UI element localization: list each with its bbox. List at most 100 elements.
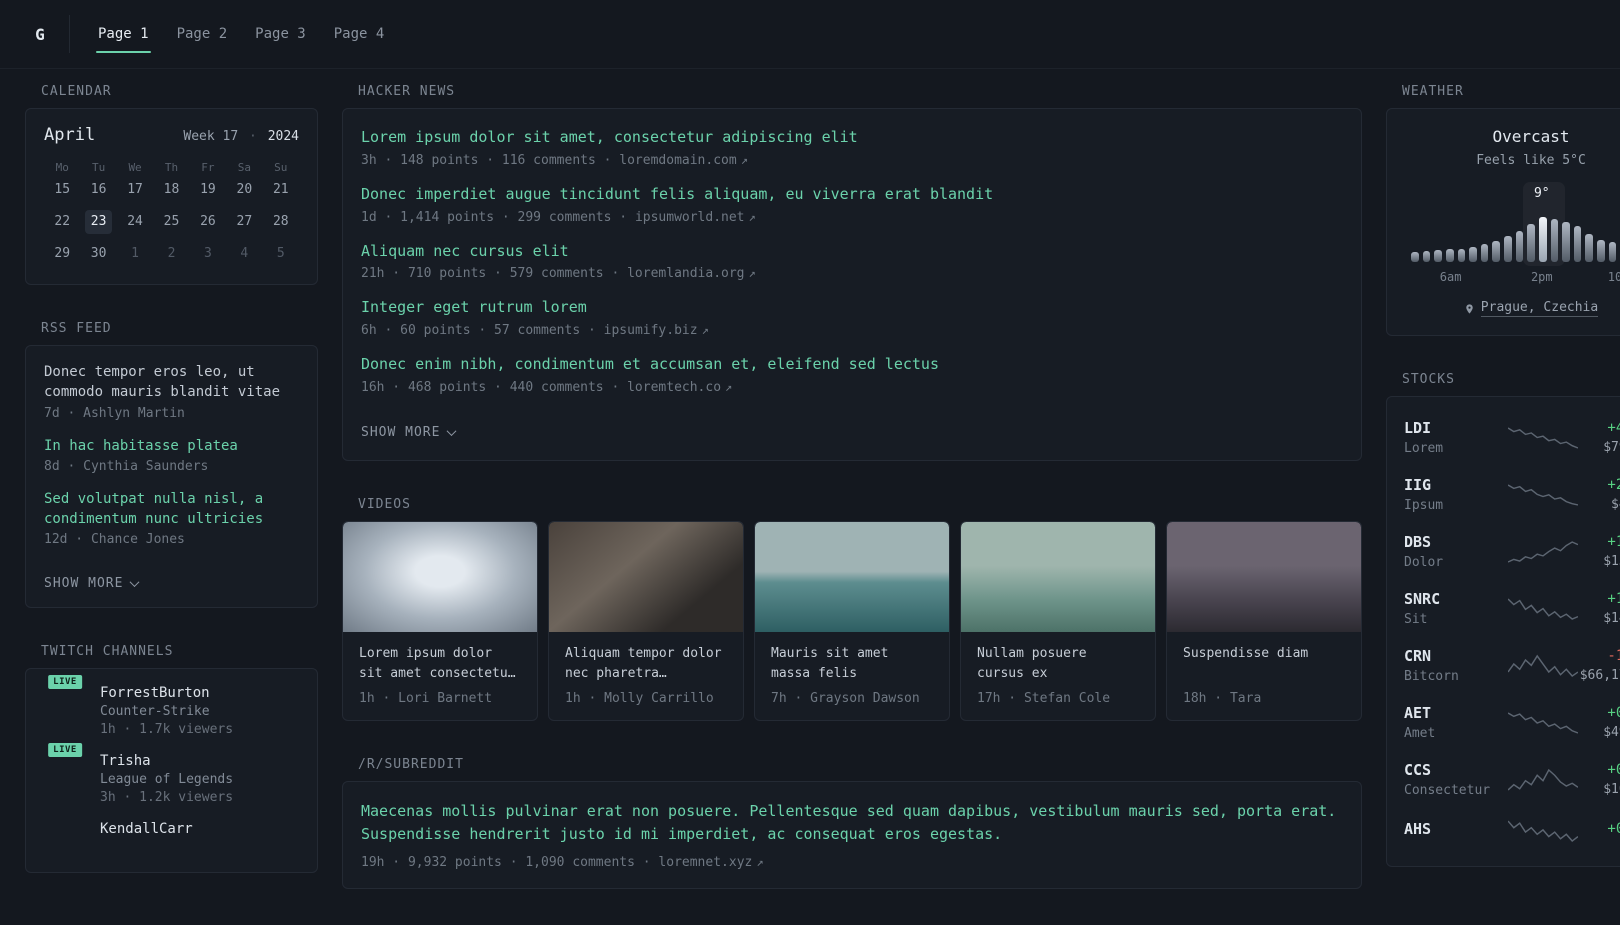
hackernews-title-link[interactable]: Donec imperdiet augue tincidunt felis al… <box>361 184 1343 206</box>
video-title-link[interactable]: Nullam posuere cursus ex <box>977 644 1139 684</box>
calendar-day: 20 <box>236 182 253 197</box>
weather-condition: Overcast <box>1492 127 1570 146</box>
stock-values: +4.35% $795.18 <box>1578 420 1620 455</box>
hackernews-source-domain: ipsumworld.net <box>634 209 745 225</box>
stock-row[interactable]: AHS +0.46% <box>1404 808 1620 854</box>
stock-row[interactable]: SNRC Sit +1.36% $148.64 <box>1404 580 1620 637</box>
rss-item-title-link[interactable]: In hac habitasse platea <box>44 436 299 456</box>
stock-row[interactable]: CRN Bitcorn -1.00% $66,171.48 <box>1404 637 1620 694</box>
hackernews-meta-text: 21h · 710 points · 579 comments · <box>361 266 620 282</box>
weather-hour-bar <box>1515 230 1524 262</box>
stock-price: $499.72 <box>1603 725 1620 740</box>
hackernews-source-link[interactable]: loremlandia.org ↗ <box>627 266 756 281</box>
hackernews-source-link[interactable]: loremtech.co ↗ <box>627 380 732 395</box>
videos-section-title: VIDEOS <box>358 496 411 512</box>
page-tab[interactable]: Page 2 <box>175 18 230 50</box>
hackernews-section-title: HACKER NEWS <box>358 84 456 99</box>
weather-hour-bar <box>1608 242 1617 262</box>
weather-hour-bar <box>1469 246 1477 262</box>
video-title-link[interactable]: Aliquam tempor dolor nec pharetra… <box>565 644 727 684</box>
hackernews-title-link[interactable]: Aliquam nec cursus elit <box>361 241 1343 263</box>
rss-item-title-link[interactable]: Donec tempor eros leo, ut commodo mauris… <box>44 362 299 403</box>
subreddit-source-link[interactable]: loremnet.xyz ↗ <box>658 855 763 870</box>
rss-item-meta: 7d · Ashlyn Martin <box>44 405 185 421</box>
stock-row[interactable]: IIG Ipsum +2.84% $42.04 <box>1404 466 1620 523</box>
subreddit-widget: /R/SUBREDDIT Maecenas mollis pulvinar er… <box>342 757 1362 889</box>
videos-widget: VIDEOS Lorem ipsum dolor sit amet consec… <box>342 496 1362 722</box>
calendar-section-title: CALENDAR <box>41 84 112 99</box>
hackernews-card: Lorem ipsum dolor sit amet, consectetur … <box>342 108 1362 461</box>
weather-section-title: WEATHER <box>1402 84 1464 99</box>
twitch-channel-row[interactable]: LIVE ForrestBurton Counter-Strike 1h · 1… <box>44 673 299 738</box>
video-title-link[interactable]: Suspendisse diam <box>1183 644 1345 684</box>
weather-hour-bar <box>1562 221 1570 262</box>
hackernews-show-more-button[interactable]: SHOW MORE <box>361 425 457 440</box>
calendar-day: 5 <box>276 246 285 261</box>
stock-price: $156.28 <box>1603 554 1620 569</box>
stock-values: +0.92% $499.72 <box>1578 705 1620 740</box>
weather-hour-bar <box>1597 239 1605 262</box>
twitch-channel-name: ForrestBurton <box>100 685 210 702</box>
weather-hour-bar <box>1504 236 1512 262</box>
stock-row[interactable]: AET Amet +0.92% $499.72 <box>1404 694 1620 751</box>
subreddit-post-title-link[interactable]: Maecenas mollis pulvinar erat non posuer… <box>361 800 1343 847</box>
video-title-link[interactable]: Lorem ipsum dolor sit amet consectetu… <box>359 644 521 684</box>
page-tab[interactable]: Page 3 <box>253 18 308 50</box>
weather-hour-bar <box>1445 249 1454 262</box>
twitch-widget: TWITCH CHANNELS LIVE ForrestBurton Count… <box>25 644 318 874</box>
page-tabs: Page 1 Page 2 Page 3 Page 4 <box>84 18 398 53</box>
app-logo[interactable]: G <box>25 25 55 44</box>
stock-price: $165.84 <box>1603 782 1620 797</box>
stock-row[interactable]: LDI Lorem +4.35% $795.18 <box>1404 409 1620 466</box>
stock-price: $148.64 <box>1603 611 1620 626</box>
video-card[interactable]: Nullam posuere cursus ex 17h · Stefan Co… <box>960 520 1156 722</box>
video-title-link[interactable]: Mauris sit amet massa felis <box>771 644 933 684</box>
stock-name: Ipsum <box>1404 498 1444 513</box>
video-thumbnail <box>1167 521 1361 632</box>
rss-item-meta: 12d · Chance Jones <box>44 532 185 548</box>
external-link-icon: ↗ <box>725 379 733 394</box>
video-card[interactable]: Mauris sit amet massa felis 7h · Grayson… <box>754 520 950 722</box>
rss-item-title-link[interactable]: Sed volutpat nulla nisl, a condimentum n… <box>44 489 299 530</box>
hackernews-source-link[interactable]: loremdomain.com ↗ <box>619 153 748 168</box>
hackernews-source-domain: loremlandia.org <box>627 266 745 282</box>
twitch-channel-row[interactable]: LIVE Trisha League of Legends 3h · 1.2k … <box>44 741 299 805</box>
calendar-day: 21 <box>272 182 289 197</box>
stock-sparkline <box>1508 426 1578 449</box>
weather-card: Overcast Feels like 5°C 9° 6am 2pm 10pm … <box>1386 108 1620 336</box>
twitch-channel-meta: 1h · 1.7k viewers <box>100 722 234 738</box>
calendar-day: 26 <box>200 214 216 229</box>
hackernews-title-link[interactable]: Integer eget rutrum lorem <box>361 297 1343 319</box>
stock-sparkline <box>1508 540 1578 563</box>
twitch-channel-name: KendallCarr <box>100 821 193 838</box>
page-tab[interactable]: Page 4 <box>332 18 387 50</box>
twitch-section-title: TWITCH CHANNELS <box>41 644 174 660</box>
rss-item: Sed volutpat nulla nisl, a condimentum n… <box>44 489 299 548</box>
stock-row[interactable]: DBS Dolor +1.42% $156.28 <box>1404 523 1620 580</box>
video-card[interactable]: Aliquam tempor dolor nec pharetra… 1h · … <box>548 520 744 722</box>
hackernews-source-link[interactable]: ipsumworld.net ↗ <box>635 210 756 225</box>
stock-sparkline <box>1508 598 1578 620</box>
hackernews-title-link[interactable]: Lorem ipsum dolor sit amet, consectetur … <box>361 127 1343 149</box>
stock-values: +0.46% <box>1578 821 1620 841</box>
twitch-channel-game: Counter-Strike <box>100 704 210 720</box>
weather-time-label: 10pm <box>1607 270 1620 284</box>
calendar-day: 1 <box>131 246 139 261</box>
stock-values: +2.84% $42.04 <box>1578 477 1620 512</box>
video-card-body: Suspendisse diam 18h · Tara <box>1167 632 1361 720</box>
page-tab[interactable]: Page 1 <box>96 18 151 53</box>
weather-hour-bar <box>1492 240 1500 262</box>
hackernews-title-link[interactable]: Donec enim nibh, condimentum et accumsan… <box>361 354 1343 376</box>
stock-row[interactable]: CCS Consectetur +0.51% $165.84 <box>1404 751 1620 808</box>
twitch-channel-row[interactable]: KendallCarr <box>44 821 299 840</box>
weather-time-labels: 6am 2pm 10pm <box>1411 270 1620 286</box>
calendar-day: 2 <box>167 246 176 261</box>
hackernews-source-domain: loremdomain.com <box>619 152 737 168</box>
video-card[interactable]: Lorem ipsum dolor sit amet consectetu… 1… <box>342 520 538 722</box>
rss-show-more-button[interactable]: SHOW MORE <box>44 576 140 591</box>
hackernews-source-link[interactable]: ipsumify.biz ↗ <box>604 323 709 338</box>
video-card[interactable]: Suspendisse diam 18h · Tara <box>1166 520 1362 722</box>
rss-item: Donec tempor eros leo, ut commodo mauris… <box>44 362 299 421</box>
stock-identity: CCS Consectetur <box>1404 761 1508 798</box>
calendar-day: 29 <box>54 246 71 261</box>
